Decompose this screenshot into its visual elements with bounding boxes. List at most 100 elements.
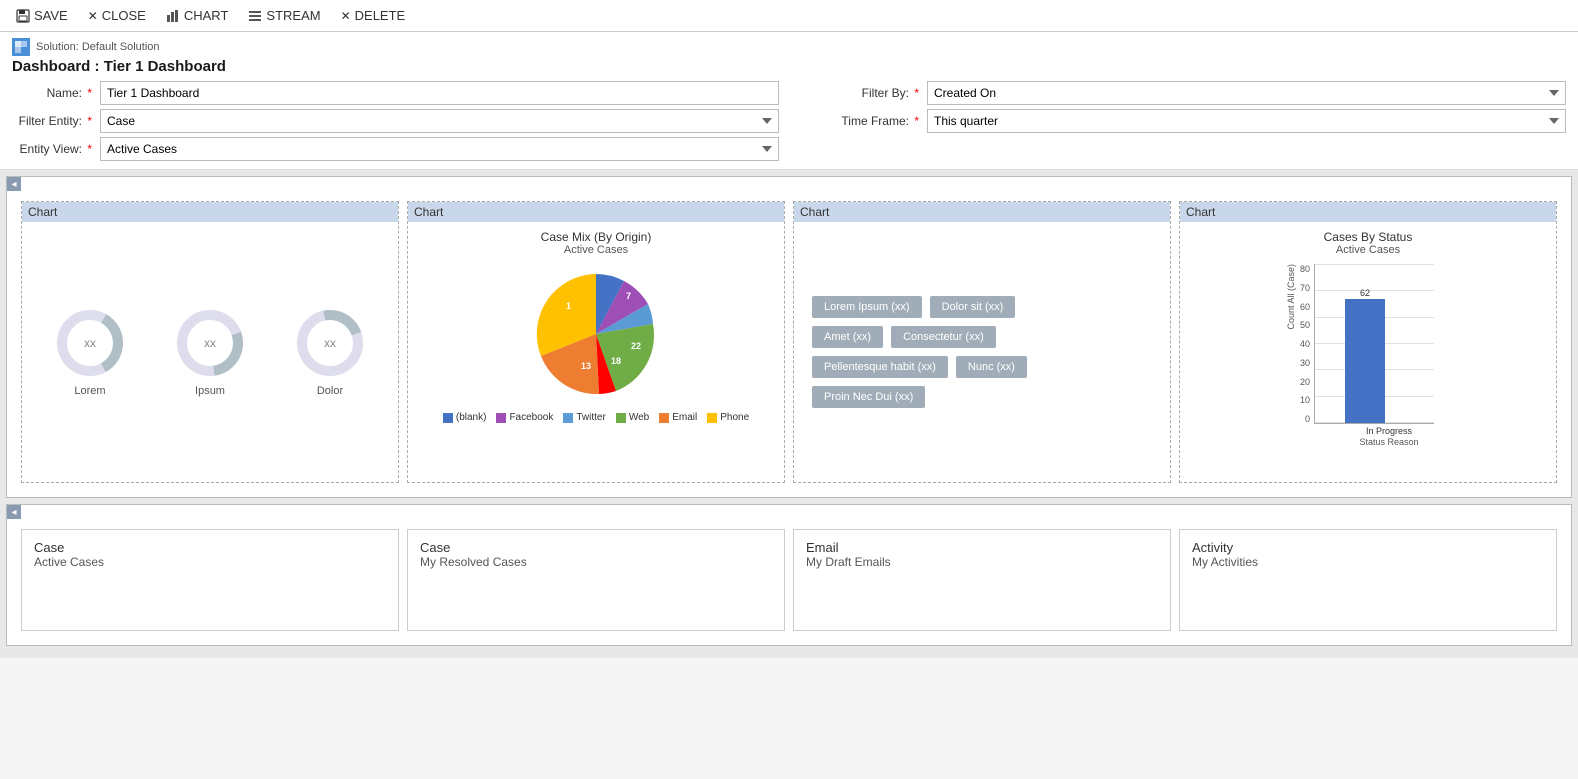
bar-rect (1345, 299, 1385, 423)
time-frame-label: Time Frame: * (839, 114, 919, 128)
name-input[interactable] (100, 81, 779, 105)
time-frame-select[interactable]: This quarter (927, 109, 1566, 133)
lists-section: ◂ Case Active Cases Case My Resolved Cas… (6, 504, 1572, 646)
svg-text:xx: xx (84, 336, 96, 350)
delete-icon: ✕ (341, 9, 351, 23)
list-entity-2: Case (420, 540, 772, 555)
tag-proin[interactable]: Proin Nec Dui (xx) (812, 386, 925, 408)
list-cell-1[interactable]: Case Active Cases (21, 529, 399, 631)
chart-header-1: Chart (22, 202, 398, 222)
dashboard-title: Dashboard : Tier 1 Dashboard (12, 58, 1566, 75)
chart-cell-donut: Chart xx Lorem (21, 201, 399, 483)
form-grid: Name: * Filter Entity: * Case Entity Vie… (12, 81, 1566, 165)
y-ticks: 0 10 20 30 40 50 60 70 80 (1300, 264, 1310, 424)
legend-blank: (blank) (443, 412, 487, 423)
list-cell-2[interactable]: Case My Resolved Cases (407, 529, 785, 631)
save-button[interactable]: SAVE (8, 6, 76, 25)
filter-by-select[interactable]: Created On (927, 81, 1566, 105)
bar-x-label: In Progress (1300, 426, 1450, 436)
svg-text:18: 18 (611, 356, 621, 366)
svg-text:xx: xx (204, 336, 216, 350)
list-cell-4[interactable]: Activity My Activities (1179, 529, 1557, 631)
chart-cell-bar: Chart Cases By Status Active Cases Count… (1179, 201, 1557, 483)
chart-header-2: Chart (408, 202, 784, 222)
legend-color-email (659, 413, 669, 423)
filter-by-label: Filter By: * (839, 86, 919, 100)
bar-chart-title: Cases By Status (1324, 230, 1413, 244)
entity-view-label: Entity View: * (12, 142, 92, 156)
close-button[interactable]: ✕ CLOSE (80, 6, 154, 25)
filter-entity-select[interactable]: Case (100, 109, 779, 133)
pie-chart-section: Case Mix (By Origin) Active Cases (416, 230, 776, 474)
bar-chart-section: Cases By Status Active Cases Count All (… (1188, 230, 1548, 474)
filter-entity-label: Filter Entity: * (12, 114, 92, 128)
chart-icon (166, 9, 180, 23)
name-row: Name: * (12, 81, 779, 105)
y-axis-label: Count All (Case) (1286, 264, 1296, 330)
tag-consectetur[interactable]: Consectetur (xx) (891, 326, 996, 348)
bar-value-label: 62 (1345, 288, 1385, 298)
chart-button[interactable]: CHART (158, 6, 237, 25)
charts-section: ◂ Chart xx Lorem (6, 176, 1572, 498)
list-view-1: Active Cases (34, 555, 386, 569)
donut-svg-3: xx (294, 307, 366, 379)
filter-by-row: Filter By: * Created On (839, 81, 1566, 105)
donut-label-2: Ipsum (195, 385, 225, 397)
svg-text:7: 7 (626, 291, 631, 301)
tags-section: Lorem Ipsum (xx) Dolor sit (xx) Amet (xx… (802, 230, 1162, 474)
pie-legend: (blank) Facebook Twitter Web (443, 412, 749, 423)
main-content: ◂ Chart xx Lorem (0, 170, 1578, 658)
donut-svg-2: xx (174, 307, 246, 379)
tag-lorem-ipsum[interactable]: Lorem Ipsum (xx) (812, 296, 922, 318)
legend-color-blank (443, 413, 453, 423)
svg-text:1: 1 (566, 301, 571, 311)
legend-facebook: Facebook (496, 412, 553, 423)
entity-view-row: Entity View: * Active Cases (12, 137, 779, 161)
header-area: Solution: Default Solution Dashboard : T… (0, 32, 1578, 170)
entity-view-select[interactable]: Active Cases (100, 137, 779, 161)
tags-row-2: Amet (xx) Consectetur (xx) (812, 326, 1152, 348)
list-cell-3[interactable]: Email My Draft Emails (793, 529, 1171, 631)
chart-cell-tags: Chart Lorem Ipsum (xx) Dolor sit (xx) Am… (793, 201, 1171, 483)
bar-chart-subtitle: Active Cases (1336, 244, 1400, 256)
charts-section-handle[interactable]: ◂ (7, 177, 21, 191)
donut-item-2: xx Ipsum (174, 307, 246, 397)
svg-text:xx: xx (324, 336, 336, 350)
save-icon (16, 9, 30, 23)
time-frame-row: Time Frame: * This quarter (839, 109, 1566, 133)
lists-row: Case Active Cases Case My Resolved Cases… (7, 505, 1571, 645)
list-view-4: My Activities (1192, 555, 1544, 569)
tags-row-3: Pellentesque habit (xx) Nunc (xx) (812, 356, 1152, 378)
name-label: Name: * (12, 86, 92, 100)
stream-button[interactable]: STREAM (240, 6, 328, 25)
chart-header-4: Chart (1180, 202, 1556, 222)
tag-amet[interactable]: Amet (xx) (812, 326, 883, 348)
legend-email: Email (659, 412, 697, 423)
tag-nunc[interactable]: Nunc (xx) (956, 356, 1027, 378)
donut-svg-1: xx (54, 307, 126, 379)
legend-color-facebook (496, 413, 506, 423)
delete-button[interactable]: ✕ DELETE (333, 6, 414, 25)
legend-web: Web (616, 412, 649, 423)
legend-color-phone (707, 413, 717, 423)
list-entity-3: Email (806, 540, 1158, 555)
legend-phone: Phone (707, 412, 749, 423)
solution-line: Solution: Default Solution (12, 38, 1566, 56)
donut-section: xx Lorem xx Ipsum (30, 230, 390, 474)
tag-pellentesque[interactable]: Pellentesque habit (xx) (812, 356, 948, 378)
stream-icon (248, 9, 262, 23)
charts-row: Chart xx Lorem (7, 177, 1571, 497)
pie-svg: 7 13 18 22 1 (516, 264, 676, 404)
bar-in-progress: 62 (1345, 288, 1385, 423)
list-entity-4: Activity (1192, 540, 1544, 555)
list-view-2: My Resolved Cases (420, 555, 772, 569)
chart-header-3: Chart (794, 202, 1170, 222)
bar-chart-plot: 62 (1314, 264, 1434, 424)
svg-text:22: 22 (631, 341, 641, 351)
tag-dolor-sit[interactable]: Dolor sit (xx) (930, 296, 1016, 318)
legend-color-twitter (563, 413, 573, 423)
solution-icon (12, 38, 30, 56)
filter-entity-row: Filter Entity: * Case (12, 109, 779, 133)
lists-section-handle[interactable]: ◂ (7, 505, 21, 519)
pie-subtitle: Active Cases (564, 244, 628, 256)
